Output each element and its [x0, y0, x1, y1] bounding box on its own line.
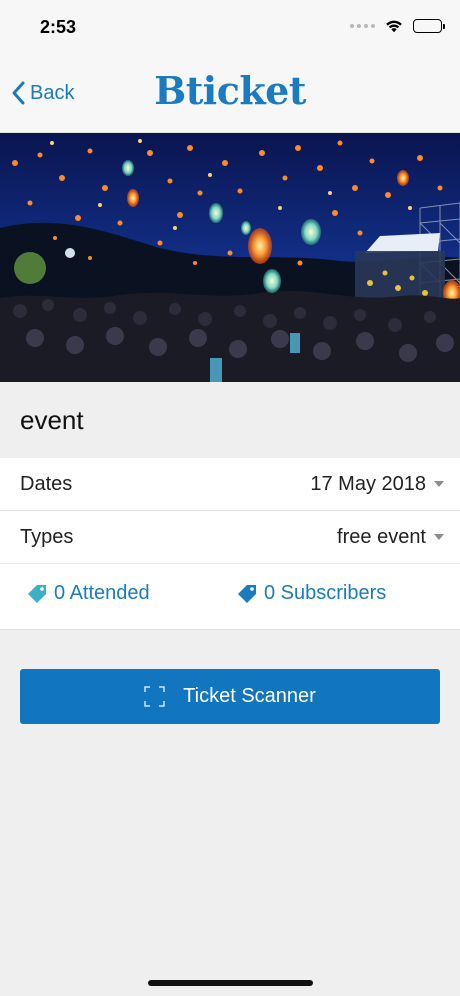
battery-icon	[413, 19, 445, 33]
attended-stat[interactable]: 0 Attended	[26, 582, 150, 605]
chevron-down-icon	[434, 481, 444, 487]
types-value: free event	[337, 525, 426, 548]
chevron-down-icon	[434, 534, 444, 540]
types-dropdown[interactable]: free event	[337, 526, 444, 549]
subscribers-count: 0 Subscribers	[264, 582, 387, 604]
event-photo	[0, 133, 460, 382]
subscribers-stat[interactable]: 0 Subscribers	[236, 582, 386, 605]
types-row[interactable]: Types free event	[0, 511, 460, 564]
status-bar: 2:53	[0, 0, 460, 56]
event-header: event	[0, 382, 460, 458]
dates-dropdown[interactable]: 17 May 2018	[310, 473, 444, 496]
event-title: event	[20, 405, 84, 435]
home-indicator[interactable]	[148, 980, 313, 986]
tag-icon	[28, 584, 46, 603]
wifi-icon	[386, 20, 402, 33]
stats-row: 0 Attended 0 Subscribers	[0, 564, 460, 630]
types-label: Types	[20, 525, 74, 548]
ticket-scanner-button[interactable]: Ticket Scanner	[20, 669, 440, 724]
event-image	[0, 133, 460, 382]
navigation-bar: Back Bticket	[0, 56, 460, 133]
event-details: Dates 17 May 2018 Types free event 0 Att…	[0, 458, 460, 630]
brand-logo: Bticket	[154, 68, 306, 113]
dates-row[interactable]: Dates 17 May 2018	[0, 458, 460, 511]
ticket-scanner-label: Ticket Scanner	[183, 685, 316, 707]
attended-count: 0 Attended	[54, 582, 150, 604]
status-icons	[350, 19, 445, 33]
tag-icon	[238, 584, 256, 603]
scan-frame-icon	[144, 686, 165, 707]
cellular-signal-icon	[350, 24, 375, 28]
dates-label: Dates	[20, 472, 73, 495]
status-time: 2:53	[40, 17, 77, 37]
dates-value: 17 May 2018	[310, 472, 426, 495]
